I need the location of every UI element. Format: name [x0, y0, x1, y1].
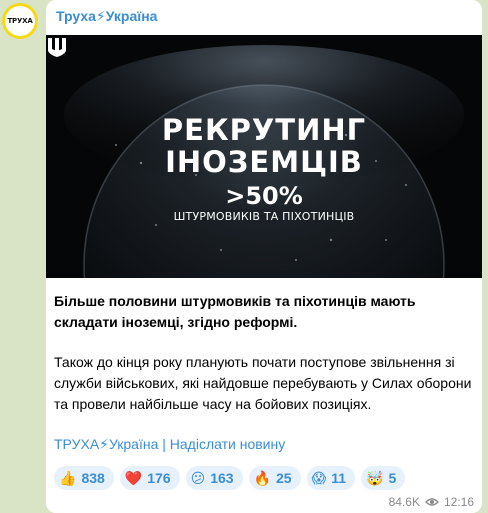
- eye-icon: [425, 498, 439, 506]
- reaction-confused[interactable]: 😕 163: [185, 466, 243, 490]
- mind-blown-icon: 🤯: [366, 470, 384, 486]
- reaction-count: 176: [147, 470, 171, 486]
- confused-face-icon: 😕: [190, 470, 206, 486]
- reaction-fire[interactable]: 🔥 25: [248, 466, 301, 490]
- message-time: 12:16: [443, 495, 474, 509]
- heart-icon: ❤️: [124, 470, 143, 486]
- message-bubble: Труха⚡Україна РЕКРУТИНГ ІНОЗЕМЦІВ >50% Ш…: [46, 0, 482, 513]
- avatar-logo-text: ТРУХА: [7, 17, 33, 25]
- channel-link[interactable]: ТРУХА⚡Україна: [54, 436, 158, 452]
- submit-news-link[interactable]: Надіслати новину: [170, 436, 285, 452]
- message-bold-paragraph: Більше половини штурмовиків та піхотинці…: [54, 293, 416, 330]
- image-title-line1: РЕКРУТИНГ: [161, 113, 367, 147]
- reaction-mind-blown[interactable]: 🤯 5: [361, 466, 406, 490]
- reaction-thumbs-up[interactable]: 👍 838: [54, 466, 114, 490]
- post-image[interactable]: РЕКРУТИНГ ІНОЗЕМЦІВ >50% ШТУРМОВИКІВ ТА …: [46, 35, 482, 278]
- message-meta: 84.6K 12:16: [389, 495, 474, 509]
- views-count: 84.6K: [388, 495, 420, 509]
- image-stat: >50%: [225, 182, 303, 210]
- avatar-logo: ТРУХА: [5, 6, 35, 36]
- fire-icon: 🔥: [253, 470, 271, 486]
- image-stat-caption: ШТУРМОВИКІВ ТА ПІХОТИНЦІВ: [173, 210, 355, 223]
- reaction-scream[interactable]: 😱 11: [306, 466, 355, 490]
- screaming-face-icon: 😱: [311, 470, 327, 486]
- image-title-line2: ІНОЗЕМЦІВ: [165, 145, 363, 179]
- reaction-count: 838: [81, 470, 105, 486]
- reactions-bar: 👍 838 ❤️ 176 😕 163 🔥 25 😱 11 🤯 5: [54, 466, 406, 490]
- channel-avatar[interactable]: ТРУХА: [2, 3, 38, 39]
- link-separator: |: [158, 436, 170, 452]
- reaction-count: 25: [276, 470, 292, 486]
- trident-icon: [48, 38, 66, 57]
- reaction-count: 163: [210, 470, 234, 486]
- message-links: ТРУХА⚡Україна | Надіслати новину: [54, 436, 285, 453]
- reaction-count: 5: [388, 470, 397, 486]
- thumbs-up-icon: 👍: [59, 470, 77, 486]
- reaction-heart[interactable]: ❤️ 176: [119, 466, 180, 490]
- reaction-count: 11: [331, 470, 346, 486]
- message-paragraph: Також до кінця року планують почати пост…: [54, 354, 472, 412]
- channel-name[interactable]: Труха⚡Україна: [56, 8, 157, 25]
